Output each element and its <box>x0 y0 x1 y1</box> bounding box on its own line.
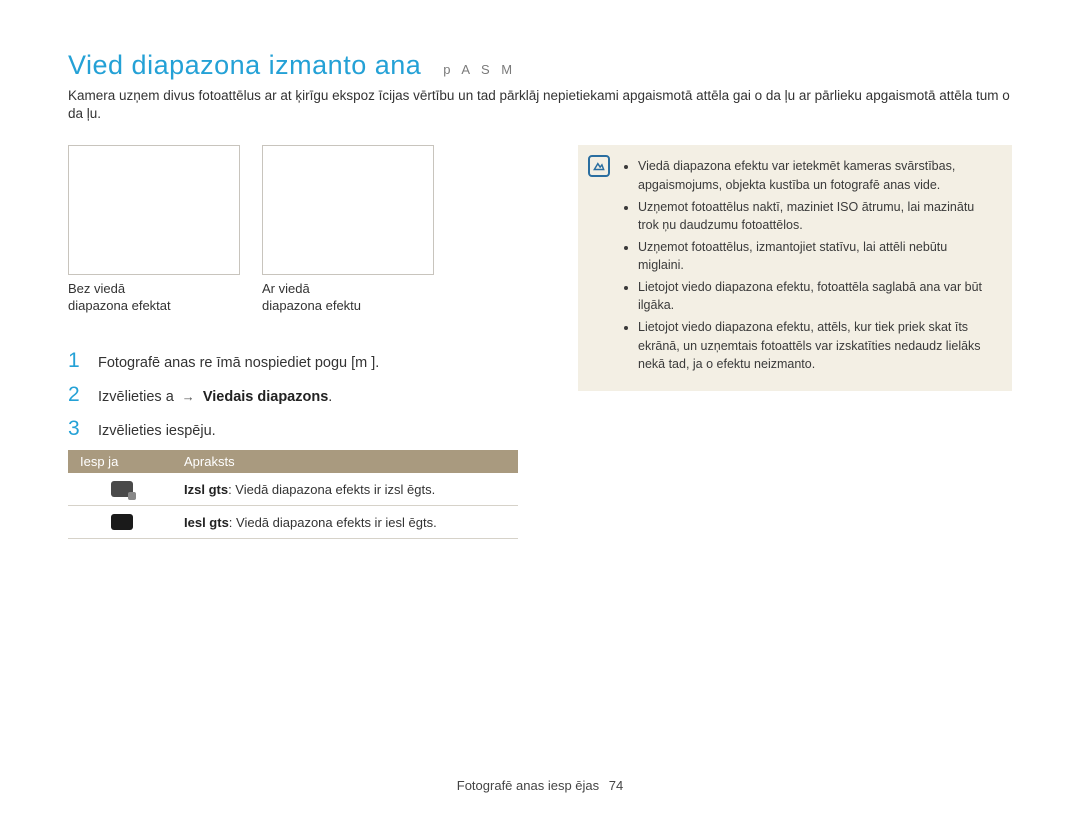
example-image-without <box>68 145 240 275</box>
options-table: Iesp ja Apraksts Izsl gts: Viedā diapazo… <box>68 450 518 539</box>
example-images: Bez viedā diapazona efektat Ar viedā dia… <box>68 145 538 315</box>
option-desc-off: Izsl gts: Viedā diapazona efekts ir izsl… <box>176 474 518 505</box>
options-table-head: Iesp ja Apraksts <box>68 450 518 473</box>
note-item: Lietojot viedo diapazona efektu, fotoatt… <box>638 278 996 314</box>
table-row: Izsl gts: Viedā diapazona efekts ir izsl… <box>68 473 518 506</box>
steps-list: 1 Fotografē anas re īmā nospiediet pogu … <box>68 349 538 442</box>
step-2-option: Viedais diapazons <box>203 389 328 405</box>
title-row: Vied diapazona izmanto ana p A S M <box>68 50 1012 81</box>
note-item: Viedā diapazona efektu var ietekmēt kame… <box>638 157 996 193</box>
page-footer: Fotografē anas iesp ējas 74 <box>0 778 1080 793</box>
page-subtitle: Kamera uzņem divus fotoattēlus ar at ķir… <box>68 87 1012 123</box>
arrow-icon: → <box>178 389 199 404</box>
info-icon <box>588 155 610 177</box>
options-head-option: Iesp ja <box>68 450 176 473</box>
options-head-desc: Apraksts <box>176 450 518 473</box>
option-desc-on: Iesl gts: Viedā diapazona efekts ir iesl… <box>176 507 518 538</box>
smart-range-on-icon <box>111 514 133 530</box>
step-number: 1 <box>68 349 86 373</box>
smart-range-off-icon <box>111 481 133 497</box>
page-title: Vied diapazona izmanto ana <box>68 50 421 81</box>
step-3-text: Izvēlieties iespēju. <box>98 421 216 443</box>
example-image-with <box>262 145 434 275</box>
page-number: 74 <box>603 778 623 793</box>
step-2-suffix: . <box>328 389 332 405</box>
step-1-text: Fotografē anas re īmā nospiediet pogu [m… <box>98 353 379 375</box>
mode-indicator: p A S M <box>443 62 516 77</box>
footer-section: Fotografē anas iesp ējas <box>457 778 599 793</box>
table-row: Iesl gts: Viedā diapazona efekts ir iesl… <box>68 506 518 539</box>
caption-with: Ar viedā diapazona efektu <box>262 281 436 315</box>
note-item: Uzņemot fotoattēlus, izmantojiet statīvu… <box>638 238 996 274</box>
step-number: 3 <box>68 417 86 441</box>
caption-without: Bez viedā diapazona efektat <box>68 281 242 315</box>
step-2-prefix: Izvēlieties a <box>98 389 174 405</box>
step-number: 2 <box>68 383 86 407</box>
note-item: Lietojot viedo diapazona efektu, attēls,… <box>638 318 996 372</box>
step-2-text: Izvēlieties a → Viedais diapazons. <box>98 387 332 409</box>
note-item: Uzņemot fotoattēlus naktī, maziniet ISO … <box>638 198 996 234</box>
note-box: Viedā diapazona efektu var ietekmēt kame… <box>578 145 1012 390</box>
